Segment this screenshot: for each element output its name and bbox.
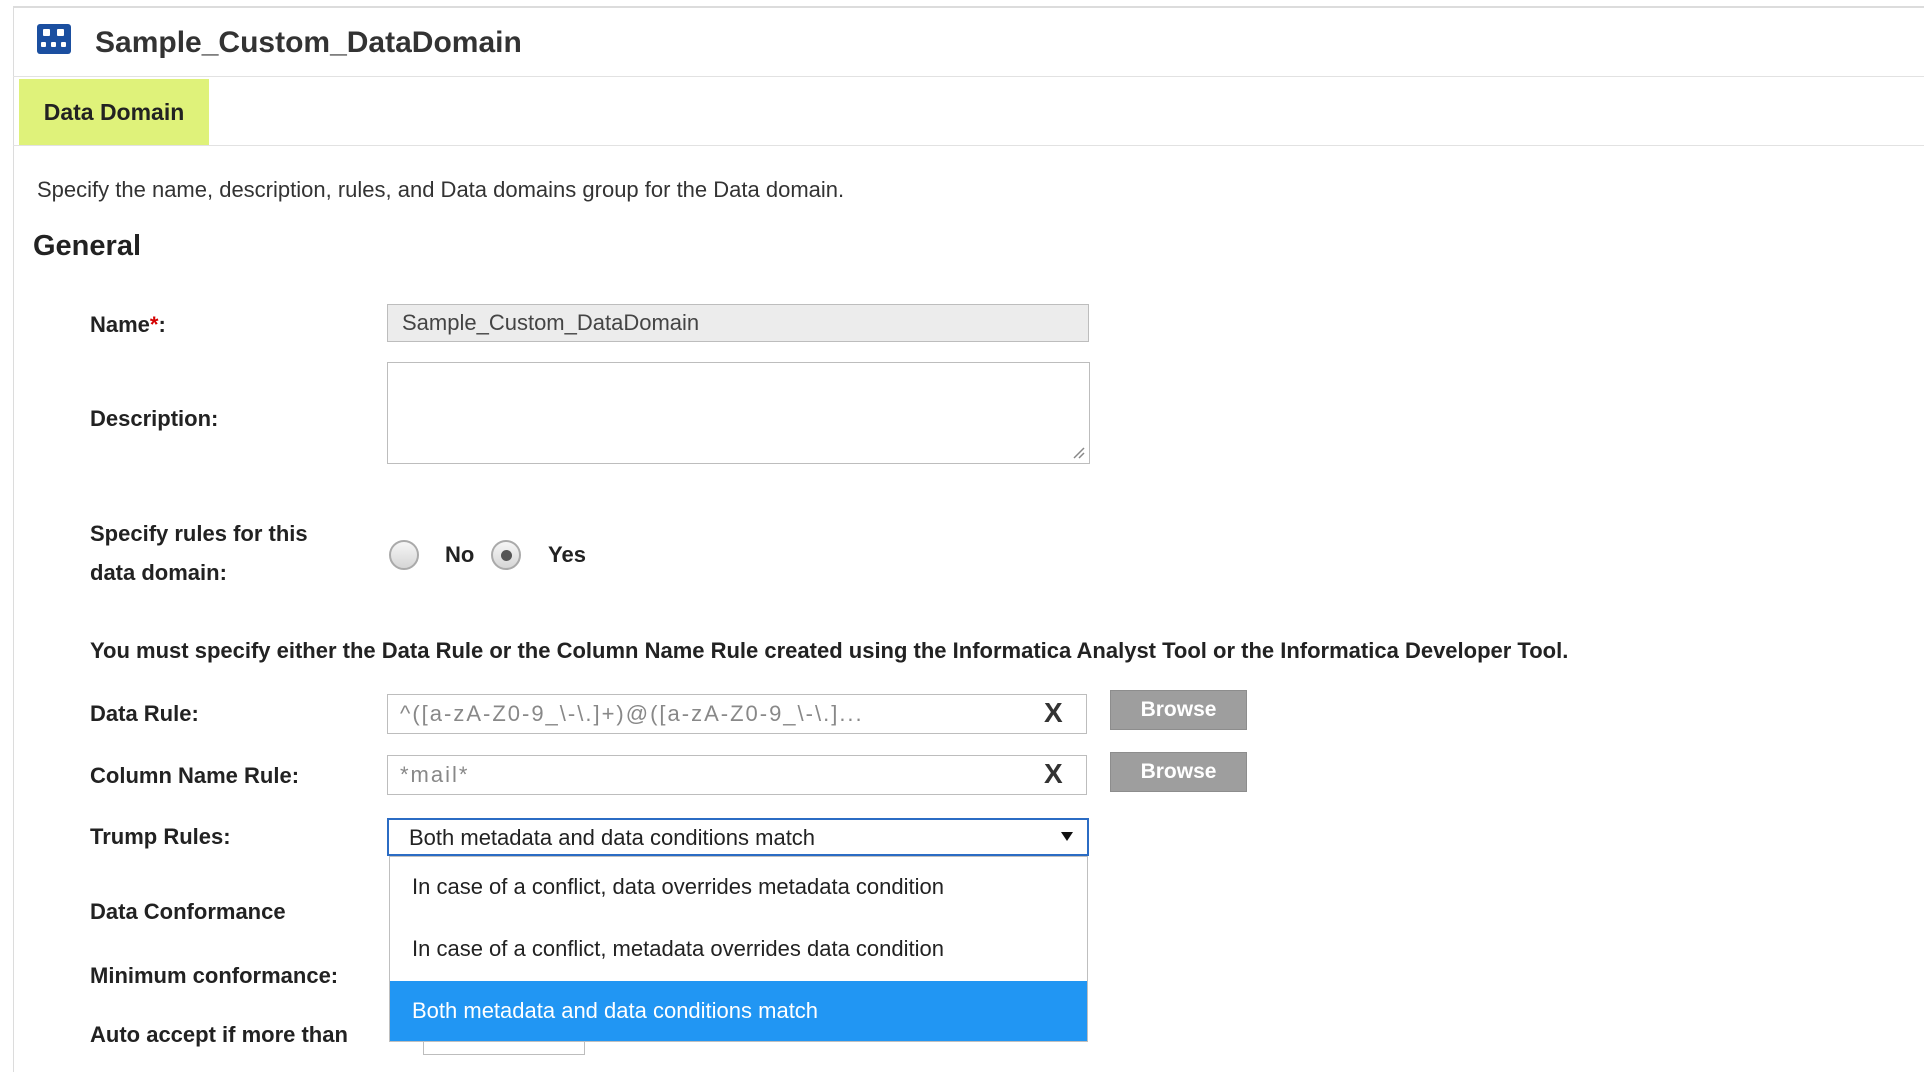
radio-yes-label[interactable]: Yes [548, 542, 586, 568]
minimum-conformance-label: Minimum conformance: [90, 963, 339, 988]
column-name-rule-field[interactable]: *mail* [387, 755, 1087, 795]
clear-data-rule-icon[interactable]: X [1044, 697, 1063, 729]
name-label-text: Name [90, 312, 150, 337]
clear-column-name-rule-icon[interactable]: X [1044, 758, 1063, 790]
resize-grip-icon[interactable] [1071, 445, 1085, 459]
trump-rules-selected-value: Both metadata and data conditions match [409, 825, 816, 850]
specify-rules-label-line1: Specify rules for this [90, 521, 308, 546]
dropdown-option[interactable]: In case of a conflict, data overrides me… [390, 857, 1087, 917]
header: Sample_Custom_DataDomain [13, 8, 1924, 77]
trump-rules-label: Trump Rules: [90, 824, 231, 849]
specify-rules-label-line2: data domain: [90, 560, 227, 585]
description-label: Description: [90, 406, 219, 431]
tab-bar: Data Domain [13, 77, 1924, 146]
trump-rules-dropdown-list: In case of a conflict, data overrides me… [389, 856, 1088, 1042]
data-rule-value: ^([a-zA-Z0-9_\-\.]+)@([a-zA-Z0-9_\-\.]..… [400, 701, 864, 726]
data-domain-icon [37, 24, 71, 54]
column-name-rule-value: *mail* [400, 762, 470, 787]
radio-yes[interactable] [491, 540, 521, 570]
dropdown-arrow-icon [1061, 832, 1073, 841]
browse-column-name-rule-button[interactable]: Browse [1110, 752, 1247, 792]
data-rule-field[interactable]: ^([a-zA-Z0-9_\-\.]+)@([a-zA-Z0-9_\-\.]..… [387, 694, 1087, 734]
name-field[interactable]: Sample_Custom_DataDomain [387, 304, 1089, 342]
data-conformance-label: Data Conformance [90, 899, 286, 924]
section-heading-general: General [33, 230, 141, 262]
dropdown-option-selected[interactable]: Both metadata and data conditions match [390, 981, 1087, 1041]
column-name-rule-label: Column Name Rule: [90, 763, 300, 788]
auto-accept-label: Auto accept if more than [90, 1022, 348, 1047]
tab-data-domain[interactable]: Data Domain [19, 79, 209, 145]
data-rule-label: Data Rule: [90, 701, 199, 726]
browse-data-rule-button[interactable]: Browse [1110, 690, 1247, 730]
description-textarea[interactable] [387, 362, 1090, 464]
intro-text: Specify the name, description, rules, an… [37, 177, 845, 202]
radio-no[interactable] [389, 540, 419, 570]
dropdown-option[interactable]: In case of a conflict, metadata override… [390, 919, 1087, 979]
name-label: Name*: [90, 306, 166, 344]
trump-rules-select[interactable]: Both metadata and data conditions match [387, 818, 1089, 856]
page-title: Sample_Custom_DataDomain [95, 26, 522, 59]
radio-no-label[interactable]: No [445, 542, 474, 568]
rule-requirement-note: You must specify either the Data Rule or… [90, 638, 1569, 663]
name-label-colon: : [158, 312, 166, 337]
